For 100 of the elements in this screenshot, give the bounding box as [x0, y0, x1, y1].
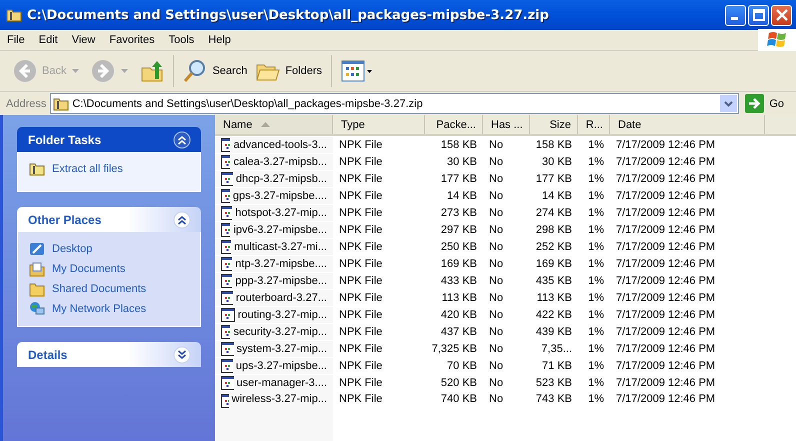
table-cell: 7/17/2009 12:46 PM	[616, 393, 716, 405]
menu-item[interactable]: Favorites	[102, 34, 162, 46]
maximize-button[interactable]	[748, 4, 769, 26]
task-link[interactable]: Shared Documents	[29, 281, 190, 297]
table-cell: NPK File	[339, 376, 382, 388]
table-cell: 439 KB	[536, 326, 572, 338]
task-link[interactable]: Desktop	[29, 241, 190, 257]
minimize-icon	[730, 17, 738, 20]
task-link[interactable]: My Documents	[29, 261, 190, 277]
table-cell: No	[489, 224, 504, 236]
table-cell: 7/17/2009 12:46 PM	[616, 360, 716, 372]
column-header[interactable]: Name	[215, 115, 333, 134]
close-button[interactable]	[771, 4, 792, 26]
go-button[interactable]: Go	[743, 94, 796, 113]
zip-folder-icon	[6, 7, 22, 23]
table-cell: NPK File	[339, 190, 382, 202]
table-cell: NPK File	[339, 292, 382, 304]
table-cell: 1%	[588, 172, 604, 184]
table-cell: 7/17/2009 12:46 PM	[616, 240, 716, 252]
table-cell: No	[489, 240, 504, 252]
table-cell: 273 KB	[440, 206, 477, 218]
table-cell: 1%	[588, 138, 604, 150]
column-header[interactable]: Type	[333, 115, 425, 134]
table-cell: No	[489, 326, 504, 338]
panel-header[interactable]: Details	[17, 342, 201, 367]
table-cell: 7/17/2009 12:46 PM	[616, 308, 716, 320]
column-header[interactable]: R...	[578, 115, 610, 134]
menu-item[interactable]: View	[64, 34, 102, 46]
column-header[interactable]: Packe...	[425, 115, 483, 134]
table-cell: No	[489, 360, 504, 372]
folders-button[interactable]: Folders	[253, 58, 326, 84]
table-cell: No	[489, 138, 504, 150]
table-cell: 169 KB	[440, 258, 477, 270]
table-cell: No	[489, 274, 504, 286]
table-cell: 7/17/2009 12:46 PM	[616, 138, 716, 150]
close-icon	[776, 9, 788, 21]
table-cell: NPK File	[339, 360, 382, 372]
table-cell: 71 KB	[542, 360, 572, 372]
table-cell: 1%	[588, 156, 604, 168]
panel-header[interactable]: Other Places	[17, 207, 201, 232]
minimize-button[interactable]	[725, 4, 746, 26]
table-cell: 1%	[588, 326, 604, 338]
table-cell: 7/17/2009 12:46 PM	[616, 292, 716, 304]
dropdown-caret-icon	[72, 69, 80, 73]
menu-item[interactable]: Help	[201, 34, 238, 46]
address-field[interactable]: C:\Documents and Settings\user\Desktop\all_packages-mipsbe-3.27.zip	[50, 93, 740, 114]
table-cell: 7/17/2009 12:46 PM	[616, 326, 716, 338]
table-cell: No	[489, 342, 504, 354]
table-cell: 7,35...	[541, 342, 572, 354]
panel-header[interactable]: Folder Tasks	[17, 127, 201, 152]
documents-folder-icon	[29, 261, 45, 277]
search-icon	[183, 59, 208, 83]
table-cell: 177 KB	[440, 172, 477, 184]
table-cell: NPK File	[339, 308, 382, 320]
table-cell: 520 KB	[440, 376, 477, 388]
table-cell: No	[489, 206, 504, 218]
menu-item[interactable]: Tools	[162, 34, 202, 46]
table-cell: 422 KB	[536, 308, 572, 320]
zip-folder-icon	[53, 96, 70, 112]
table-cell: 1%	[588, 360, 604, 372]
table-cell: No	[489, 190, 504, 202]
table-cell: 177 KB	[536, 172, 572, 184]
table-cell: NPK File	[339, 342, 382, 354]
table-cell: No	[489, 258, 504, 270]
views-icon	[341, 60, 374, 82]
table-cell: 113 KB	[536, 292, 572, 304]
table-cell: No	[489, 156, 504, 168]
table-cell: NPK File	[339, 274, 382, 286]
table-cell: 1%	[588, 206, 604, 218]
table-cell: 420 KB	[440, 308, 477, 320]
table-cell: 297 KB	[440, 224, 477, 236]
table-cell: 158 KB	[440, 138, 477, 150]
address-label: Address	[6, 98, 46, 110]
table-cell: NPK File	[339, 326, 382, 338]
column-header[interactable]: Size	[530, 115, 578, 134]
column-header[interactable]: Date	[610, 115, 765, 134]
table-cell: 298 KB	[536, 224, 572, 236]
menu-item[interactable]: Edit	[32, 34, 65, 46]
table-cell: NPK File	[339, 224, 382, 236]
table-cell: No	[489, 393, 504, 405]
table-cell: 7/17/2009 12:46 PM	[616, 274, 716, 286]
table-cell: 250 KB	[440, 240, 477, 252]
sort-arrow-icon	[261, 122, 270, 127]
table-cell: 1%	[588, 342, 604, 354]
search-button[interactable]: Search	[180, 57, 250, 85]
folder-up-icon	[140, 59, 164, 83]
file-name[interactable]: wireless-3.27-mip...	[232, 393, 327, 405]
zip-folder-icon	[29, 161, 45, 177]
table-cell: 30 KB	[542, 156, 572, 168]
table-cell: 14 KB	[447, 190, 477, 202]
column-header[interactable]: Has ...	[483, 115, 530, 134]
table-cell: 7/17/2009 12:46 PM	[616, 172, 716, 184]
table-cell: 1%	[588, 190, 604, 202]
task-link[interactable]: Extract all files	[29, 161, 190, 177]
table-cell: 7/17/2009 12:46 PM	[616, 224, 716, 236]
table-cell: 7/17/2009 12:46 PM	[616, 190, 716, 202]
table-cell: 1%	[588, 376, 604, 388]
menu-item[interactable]: File	[0, 34, 32, 46]
task-link[interactable]: My Network Places	[29, 301, 190, 317]
network-globe-icon	[29, 301, 45, 317]
